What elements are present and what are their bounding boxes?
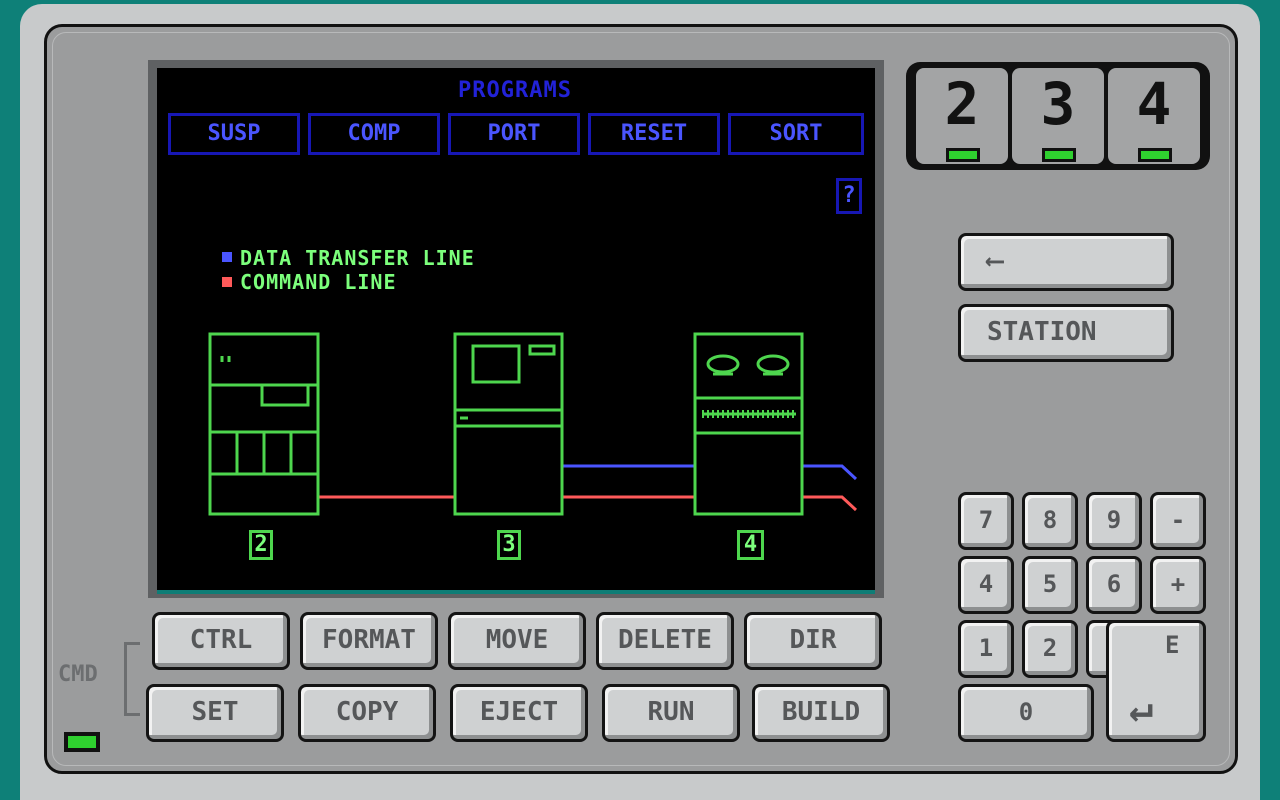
tape-drive-device-icon[interactable] bbox=[693, 332, 804, 516]
device-3-label: 3 bbox=[497, 530, 521, 560]
copy-button[interactable]: COPY bbox=[298, 684, 436, 742]
device-2-label: 2 bbox=[249, 530, 273, 560]
station-4-led bbox=[1138, 148, 1172, 162]
data-lines bbox=[562, 464, 858, 481]
station-2-number: 2 bbox=[944, 70, 980, 138]
station-3-indicator[interactable]: 3 bbox=[1012, 68, 1104, 164]
numpad-8-key[interactable]: 8 bbox=[1022, 492, 1078, 550]
terminal-device-icon[interactable] bbox=[453, 332, 564, 516]
numpad-enter-key[interactable]: E ↵ bbox=[1106, 620, 1206, 742]
station-2-led bbox=[946, 148, 980, 162]
numpad-6-key[interactable]: 6 bbox=[1086, 556, 1142, 614]
network-diagram bbox=[208, 332, 858, 516]
station-2-indicator[interactable]: 2 bbox=[916, 68, 1008, 164]
set-button[interactable]: SET bbox=[146, 684, 284, 742]
station-3-number: 3 bbox=[1040, 70, 1076, 138]
numpad-minus-key[interactable]: - bbox=[1150, 492, 1206, 550]
run-button[interactable]: RUN bbox=[602, 684, 740, 742]
dir-button[interactable]: DIR bbox=[744, 612, 882, 670]
numpad-1-key[interactable]: 1 bbox=[958, 620, 1014, 678]
numpad-0-key[interactable]: 0 bbox=[958, 684, 1094, 742]
format-button[interactable]: FORMAT bbox=[300, 612, 438, 670]
back-button[interactable]: ⟵ bbox=[958, 233, 1174, 291]
build-button[interactable]: BUILD bbox=[752, 684, 890, 742]
cabinet-device-icon[interactable] bbox=[208, 332, 320, 516]
move-button[interactable]: MOVE bbox=[448, 612, 586, 670]
station-button[interactable]: STATION bbox=[958, 304, 1174, 362]
station-4-number: 4 bbox=[1136, 70, 1172, 138]
enter-arrow-icon: ↵ bbox=[1129, 685, 1154, 731]
cmd-led bbox=[64, 732, 100, 752]
numpad-9-key[interactable]: 9 bbox=[1086, 492, 1142, 550]
numpad-7-key[interactable]: 7 bbox=[958, 492, 1014, 550]
ctrl-button[interactable]: CTRL bbox=[152, 612, 290, 670]
command-lines bbox=[318, 495, 858, 512]
numpad-2-key[interactable]: 2 bbox=[1022, 620, 1078, 678]
station-display: 2 3 4 bbox=[906, 62, 1210, 170]
enter-key-label: E bbox=[1165, 631, 1180, 659]
screen-bottom-strip bbox=[157, 590, 875, 594]
numpad-plus-key[interactable]: + bbox=[1150, 556, 1206, 614]
numpad-4-key[interactable]: 4 bbox=[958, 556, 1014, 614]
eject-button[interactable]: EJECT bbox=[450, 684, 588, 742]
cmd-bracket bbox=[124, 642, 140, 716]
numpad-5-key[interactable]: 5 bbox=[1022, 556, 1078, 614]
cmd-group-label: CMD bbox=[58, 662, 98, 687]
station-3-led bbox=[1042, 148, 1076, 162]
device-4-label: 4 bbox=[737, 530, 764, 560]
station-4-indicator[interactable]: 4 bbox=[1108, 68, 1200, 164]
delete-button[interactable]: DELETE bbox=[596, 612, 734, 670]
